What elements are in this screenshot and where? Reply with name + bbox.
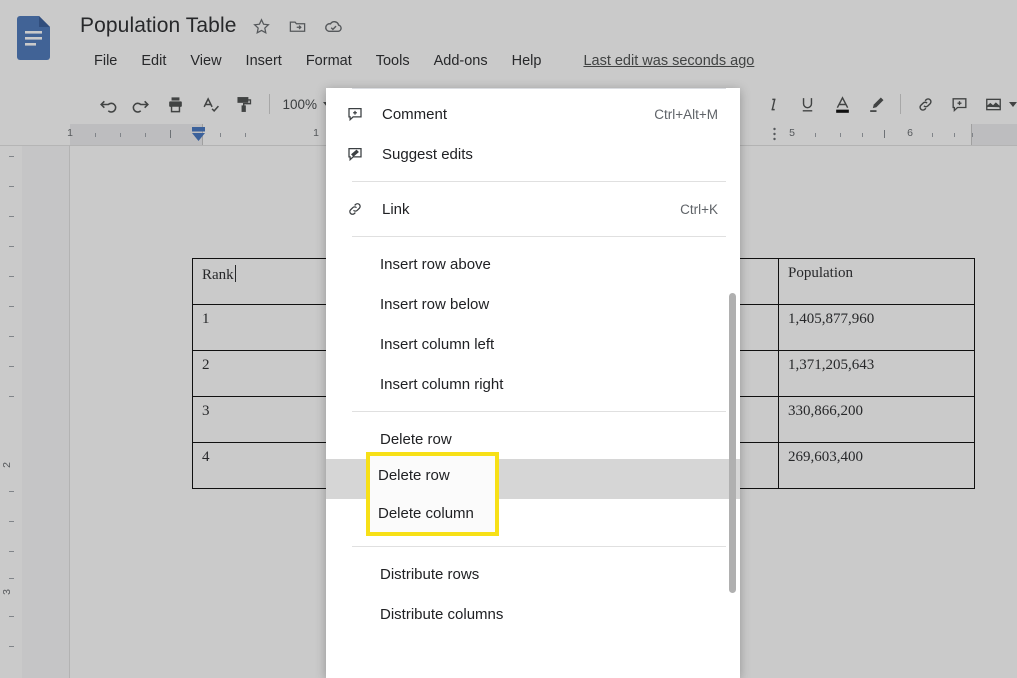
cell-rank[interactable]: 4 [192, 442, 327, 489]
menu-item-label: Link [382, 200, 410, 218]
context-menu-scroll-area: Comment Ctrl+Alt+M Suggest edits Link Ct… [326, 88, 740, 678]
menu-divider [352, 236, 726, 237]
document-title-row: Population Table [80, 14, 345, 38]
menu-insert[interactable]: Insert [234, 50, 294, 72]
move-to-folder-icon[interactable] [287, 15, 309, 37]
menu-tools[interactable]: Tools [364, 50, 422, 72]
menu-item-insert-column-right[interactable]: Insert column right [326, 364, 740, 404]
menu-item-insert-column-left[interactable]: Insert column left [326, 324, 740, 364]
star-icon[interactable] [251, 15, 273, 37]
menu-item-label: Delete row [380, 430, 452, 448]
ruler-label: 5 [789, 127, 795, 139]
menu-divider [352, 546, 726, 547]
menu-item-distribute-rows[interactable]: Distribute rows [326, 554, 740, 594]
menu-item-insert-row-below[interactable]: Insert row below [326, 284, 740, 324]
cell-population[interactable]: 330,866,200 [778, 396, 975, 443]
annotation-item-delete-column[interactable]: Delete column [370, 494, 495, 532]
cell-rank[interactable]: 1 [192, 304, 327, 351]
insert-link-icon[interactable] [911, 89, 939, 119]
menu-item-insert-row-above[interactable]: Insert row above [326, 244, 740, 284]
spellcheck-icon[interactable] [196, 89, 224, 119]
menu-item-distribute-columns[interactable]: Distribute columns [326, 594, 740, 634]
menu-item-link[interactable]: Link Ctrl+K [326, 189, 740, 229]
menu-format[interactable]: Format [294, 50, 364, 72]
cell-population[interactable]: 269,603,400 [778, 442, 975, 489]
cell-text: Rank [202, 267, 234, 283]
annotation-highlight-box: Delete row Delete column [366, 452, 499, 536]
annotation-item-delete-row[interactable]: Delete row [370, 456, 495, 494]
ruler-label: 1 [313, 127, 319, 139]
menu-item-shortcut: Ctrl+Alt+M [654, 106, 718, 122]
print-icon[interactable] [162, 89, 190, 119]
table-context-menu[interactable]: Comment Ctrl+Alt+M Suggest edits Link Ct… [326, 88, 740, 678]
ruler-label: 6 [907, 127, 913, 139]
toolbar-divider [900, 94, 902, 114]
ruler-label: 1 [67, 127, 73, 139]
menu-item-label: Distribute rows [380, 565, 480, 583]
redo-icon[interactable] [128, 89, 156, 119]
link-icon [346, 199, 372, 219]
zoom-level-value: 100% [282, 96, 317, 112]
ruler-label: 2 [0, 462, 13, 468]
menu-item-label: Insert column right [380, 375, 504, 393]
table-header-rank[interactable]: Rank [192, 258, 327, 305]
menu-add-ons[interactable]: Add-ons [422, 50, 500, 72]
italic-icon[interactable] [760, 89, 788, 119]
toolbar-divider [268, 94, 270, 114]
menu-item-comment[interactable]: Comment Ctrl+Alt+M [326, 94, 740, 134]
cloud-saved-icon[interactable] [323, 15, 345, 37]
app-header: Population Table File Edit View Insert F… [0, 0, 1017, 84]
add-comment-icon [346, 104, 372, 124]
insert-image-chevron-down-icon[interactable] [1009, 101, 1017, 107]
page-title[interactable]: Population Table [80, 14, 237, 38]
underline-icon[interactable] [794, 89, 822, 119]
menu-edit[interactable]: Edit [129, 50, 178, 72]
context-menu-scrollbar[interactable] [729, 293, 736, 593]
google-docs-window: Population Table File Edit View Insert F… [0, 0, 1017, 678]
menu-item-label: Suggest edits [382, 145, 473, 163]
cell-population[interactable]: 1,371,205,643 [778, 350, 975, 397]
add-comment-icon[interactable] [946, 89, 974, 119]
menu-item-label: Insert column left [380, 335, 495, 353]
menu-file[interactable]: File [82, 50, 129, 72]
cell-population[interactable]: 1,405,877,960 [778, 304, 975, 351]
menu-item-shortcut: Ctrl+K [680, 201, 718, 217]
menu-item-label: Insert row below [380, 295, 490, 313]
cell-rank[interactable]: 3 [192, 396, 327, 443]
indent-marker-icon[interactable] [192, 126, 205, 142]
tab-stop-icon[interactable] [772, 126, 785, 142]
ruler-label: 3 [0, 589, 13, 595]
insert-image-icon[interactable] [980, 89, 1008, 119]
menu-bar: File Edit View Insert Format Tools Add-o… [82, 50, 754, 72]
vertical-ruler[interactable]: 2 3 [0, 146, 22, 678]
menu-item-label: Insert row above [380, 255, 491, 273]
menu-divider [352, 411, 726, 412]
cell-rank[interactable]: 2 [192, 350, 327, 397]
menu-item-suggest-edits[interactable]: Suggest edits [326, 134, 740, 174]
google-docs-logo-icon [17, 16, 50, 60]
menu-item-label: Distribute columns [380, 605, 504, 623]
menu-help[interactable]: Help [500, 50, 554, 72]
table-header-population[interactable]: Population [778, 258, 975, 305]
text-cursor [234, 265, 236, 282]
menu-item-label: Comment [382, 105, 448, 123]
highlight-color-icon[interactable] [862, 89, 890, 119]
suggest-edits-icon [346, 144, 372, 164]
last-edit-status[interactable]: Last edit was seconds ago [583, 53, 754, 69]
undo-icon[interactable] [93, 89, 121, 119]
paint-format-icon[interactable] [230, 89, 258, 119]
menu-view[interactable]: View [178, 50, 233, 72]
text-color-icon[interactable] [828, 89, 856, 119]
menu-divider [352, 181, 726, 182]
